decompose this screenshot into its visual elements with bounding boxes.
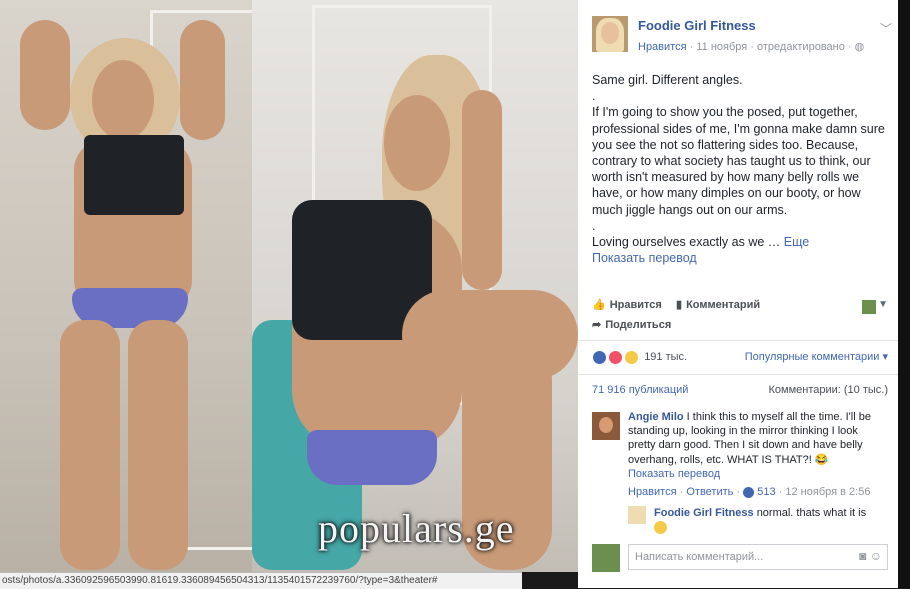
reactions-row: 191 тыс. Популярные комментарии ▾ [592,350,888,365]
counts-row: 71 916 публикаций Комментарии: (10 тыс.) [592,384,888,396]
reply-avatar[interactable] [628,506,646,524]
viewer-backdrop [898,0,910,588]
status-url: osts/photos/a.336092596503990.81619.3360… [0,572,522,589]
like-page-link[interactable]: Нравится [638,41,687,53]
post-line: . [592,89,596,104]
comment-sort-dropdown[interactable]: Популярные комментарии ▾ [745,350,888,363]
page-name-link[interactable]: Foodie Girl Fitness [638,18,756,33]
comment-body: Angie Milo I think this to myself all th… [628,410,888,481]
post-meta: Нравится · 11 ноября · отредактировано ·… [638,41,865,53]
post-line: Same girl. Different angles. [592,73,743,87]
commenter-avatar[interactable] [592,412,620,440]
post-line-last: Loving ourselves exactly as we … Еще [592,235,810,250]
comment-button[interactable]: ▮ Комментарий [676,298,760,312]
post-sidebar: Foodie Girl Fitness Нравится · 11 ноября… [578,0,898,588]
comment-translate-link[interactable]: Показать перевод [628,467,888,481]
like-reaction-icon [592,350,607,365]
post-photo[interactable]: populars.ge [0,0,578,572]
arm-raised [462,90,502,290]
reply-author[interactable]: Foodie Girl Fitness [654,507,754,519]
leg-left [60,320,120,570]
post-line: If I'm going to show you the posed, put … [592,105,885,217]
comment-time[interactable]: 12 ноября в 2:56 [785,486,870,498]
edited-label[interactable]: отредактировано [757,41,845,53]
arm-right [180,20,225,140]
comment-reply-link[interactable]: Ответить [686,486,733,498]
leg-right [128,320,188,570]
comment-like-link[interactable]: Нравится [628,486,677,498]
globe-icon: ◍ [854,41,865,53]
divider [578,374,898,375]
post-header: Foodie Girl Fitness Нравится · 11 ноября… [592,14,892,58]
arm-left [20,20,70,130]
comment-input-icons: ◙ ☺ [859,549,882,563]
post-text: Same girl. Different angles. . If I'm go… [592,72,888,266]
reactor-avatar[interactable] [862,300,876,314]
page-avatar[interactable] [592,16,628,52]
comments-count[interactable]: Комментарии: (10 тыс.) [768,384,888,396]
reaction-count[interactable]: 191 тыс. [644,351,687,363]
reaction-icons[interactable] [592,350,640,365]
smile-emoji-icon [654,520,667,534]
bottoms [307,430,437,485]
photo-sitting [252,0,578,572]
comment-actions: Нравится · Ответить · 513 · 12 ноября в … [628,486,871,498]
comment-icon: ▮ [676,299,683,311]
photo-standing [0,0,289,572]
see-more-link[interactable]: Еще [784,235,809,249]
face [384,95,450,191]
wow-reaction-icon [624,350,640,365]
caret-down-icon[interactable]: ▼ [878,299,888,310]
share-button[interactable]: ➦ Поделиться [592,318,671,332]
laugh-emoji-icon: 😂 [814,453,829,466]
reply-text: normal. thats what it is [756,507,867,519]
comment-like-count[interactable]: 513 [757,486,775,498]
shares-count[interactable]: 71 916 публикаций [592,384,688,396]
post-line: . [592,218,596,233]
show-translation-link[interactable]: Показать перевод [592,250,888,266]
camera-icon[interactable]: ◙ [859,549,866,563]
chevron-down-icon[interactable]: ﹀ [880,20,892,37]
post-date[interactable]: 11 ноября [696,41,747,53]
watermark: populars.ge [318,506,515,551]
write-comment-row: Написать комментарий... ◙ ☺ [592,542,888,572]
share-icon: ➦ [592,319,602,331]
love-reaction-icon [608,350,624,365]
like-button[interactable]: 👍 Нравится [592,298,662,312]
comment-input[interactable]: Написать комментарий... [628,544,888,570]
divider [578,340,898,341]
like-count-icon [743,486,755,498]
reply-body: Foodie Girl Fitness normal. thats what i… [654,506,884,534]
sports-top [84,135,184,215]
thumbs-up-icon: 👍 [592,299,606,311]
current-user-avatar [592,544,620,572]
commenter-name[interactable]: Angie Milo [628,411,684,423]
emoji-icon[interactable]: ☺ [870,549,882,563]
face [92,60,154,140]
